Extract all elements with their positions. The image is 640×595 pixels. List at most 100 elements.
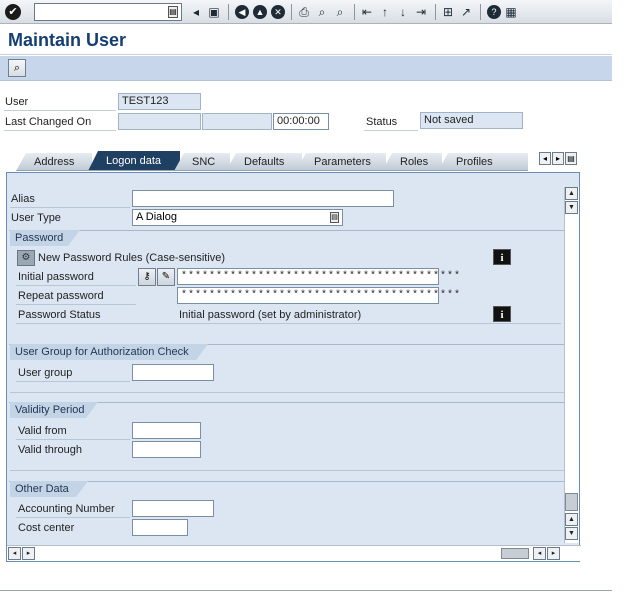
shortcut-icon[interactable]: ↗ — [458, 4, 474, 20]
accounting-number-label: Accounting Number — [18, 503, 115, 515]
save-icon[interactable]: ▣ — [206, 4, 222, 20]
password-rules-text: New Password Rules (Case-sensitive) — [38, 252, 226, 264]
deactivate-password-button[interactable]: ✎ — [157, 268, 175, 286]
toolbar-separator — [291, 4, 292, 20]
divider — [10, 392, 565, 393]
key-icon: ⚷ — [143, 271, 151, 282]
print-icon[interactable]: ⎙ — [296, 4, 312, 20]
alias-input[interactable] — [132, 190, 394, 207]
vertical-scrollbar[interactable]: ▲ ▼ ▲ ▼ — [564, 187, 579, 543]
tab-parameters[interactable]: Parameters — [296, 153, 386, 171]
scroll-right-button[interactable]: ▸ — [547, 547, 560, 560]
alias-label: Alias — [11, 193, 35, 205]
password-rules-info-icon[interactable]: i — [493, 249, 511, 265]
tab-scroll-right-button[interactable]: ▸ — [552, 152, 564, 165]
toolbar-icons: ◂ ▣ ◀ ▲ ✕ ⎙ ⌕ ⌕ ⇤ ↑ ↓ ⇥ ⊞ ↗ ? ▦ — [188, 3, 521, 21]
user-label: User — [5, 96, 29, 108]
password-group-title: Password — [15, 232, 64, 244]
customize-layout-icon[interactable]: ▦ — [503, 4, 519, 20]
tab-list-button[interactable]: ▤ — [565, 152, 577, 165]
previous-page-icon[interactable]: ↑ — [377, 4, 393, 20]
last-page-icon[interactable]: ⇥ — [413, 4, 429, 20]
horizontal-scrollbar[interactable]: ◂ ▸ ◂ ▸ — [7, 545, 581, 561]
divider — [4, 130, 116, 131]
tab-scroll-left-button[interactable]: ◂ — [539, 152, 551, 165]
exit-icon[interactable]: ▲ — [253, 5, 267, 19]
user-group-input[interactable] — [132, 364, 214, 381]
scroll-down-button[interactable]: ▼ — [565, 527, 578, 540]
user-type-select[interactable]: A Dialog ▤ — [132, 209, 343, 226]
find-next-icon[interactable]: ⌕ — [332, 4, 348, 20]
generate-password-button[interactable]: ⚷ — [138, 268, 156, 286]
last-changed-by-field — [118, 113, 201, 130]
valid-through-label: Valid through — [18, 444, 83, 456]
tab-defaults[interactable]: Defaults — [226, 153, 302, 171]
tab-profiles[interactable]: Profiles — [438, 153, 528, 171]
valid-through-input[interactable] — [132, 441, 201, 458]
back-icon[interactable]: ◀ — [235, 5, 249, 19]
back-triangle-icon[interactable]: ◂ — [188, 4, 204, 20]
password-rules-icon: ⚙ — [17, 250, 35, 266]
last-changed-label: Last Changed On — [5, 116, 92, 128]
valid-from-label: Valid from — [18, 425, 67, 437]
password-status-label: Password Status — [18, 309, 101, 321]
auth-group-title: User Group for Authorization Check — [15, 346, 189, 358]
divider — [10, 207, 130, 208]
enter-icon: ✔ — [5, 3, 21, 20]
repeat-password-input[interactable]: **************************************** — [177, 287, 460, 304]
status-bar-border — [0, 590, 612, 591]
divider — [16, 439, 130, 440]
divider — [10, 470, 565, 471]
user-field[interactable]: TEST123 — [118, 93, 201, 110]
next-page-icon[interactable]: ↓ — [395, 4, 411, 20]
scroll-thumb[interactable] — [501, 548, 529, 559]
command-field[interactable]: ▤ — [34, 3, 182, 21]
divider — [16, 517, 130, 518]
password-status-info-icon[interactable]: i — [493, 306, 511, 322]
display-change-icon: ⌕ — [13, 61, 21, 74]
initial-password-input[interactable]: **************************************** — [177, 268, 460, 285]
tab-address[interactable]: Address — [16, 153, 92, 171]
other-group-title: Other Data — [15, 483, 69, 495]
tab-logon-data[interactable]: Logon data — [88, 151, 180, 171]
initial-password-label: Initial password — [18, 271, 94, 283]
password-group-border — [9, 230, 565, 231]
cancel-icon[interactable]: ✕ — [271, 5, 285, 19]
scroll-down-button[interactable]: ▼ — [565, 201, 578, 214]
scroll-up-button[interactable]: ▲ — [565, 513, 578, 526]
tab-roles[interactable]: Roles — [382, 153, 442, 171]
toolbar-separator — [354, 4, 355, 20]
validity-group-title: Validity Period — [15, 404, 85, 416]
divider — [16, 304, 136, 305]
display-change-button[interactable]: ⌕ — [8, 59, 26, 77]
cost-center-input[interactable] — [132, 519, 188, 536]
tab-strip: Address Logon data SNC Defaults Paramete… — [8, 151, 582, 173]
scroll-left-button[interactable]: ◂ — [8, 547, 21, 560]
dropdown-icon[interactable]: ▤ — [330, 212, 339, 223]
divider — [16, 285, 136, 286]
repeat-password-label: Repeat password — [18, 290, 104, 302]
scroll-left-button[interactable]: ◂ — [533, 547, 546, 560]
accounting-number-input[interactable] — [132, 500, 214, 517]
application-toolbar: ⌕ — [0, 56, 612, 81]
user-group-label: User group — [18, 367, 73, 379]
scroll-up-button[interactable]: ▲ — [565, 187, 578, 200]
enter-button[interactable]: ✔ — [0, 1, 26, 23]
create-session-icon[interactable]: ⊞ — [440, 4, 456, 20]
scroll-thumb[interactable] — [565, 493, 578, 511]
divider — [4, 110, 116, 111]
dropdown-icon[interactable]: ▤ — [168, 6, 178, 18]
divider — [364, 130, 418, 131]
toolbar-separator — [435, 4, 436, 20]
help-icon[interactable]: ? — [487, 5, 501, 19]
tab-snc[interactable]: SNC — [174, 153, 230, 171]
find-icon[interactable]: ⌕ — [314, 4, 330, 20]
user-type-label: User Type — [11, 212, 61, 224]
password-status-value: Initial password (set by administrator) — [179, 309, 362, 321]
first-page-icon[interactable]: ⇤ — [359, 4, 375, 20]
scroll-right-button[interactable]: ▸ — [22, 547, 35, 560]
other-group-border — [9, 481, 565, 482]
cost-center-label: Cost center — [18, 522, 75, 534]
valid-from-input[interactable] — [132, 422, 201, 439]
title-bar: Maintain User — [0, 25, 612, 55]
